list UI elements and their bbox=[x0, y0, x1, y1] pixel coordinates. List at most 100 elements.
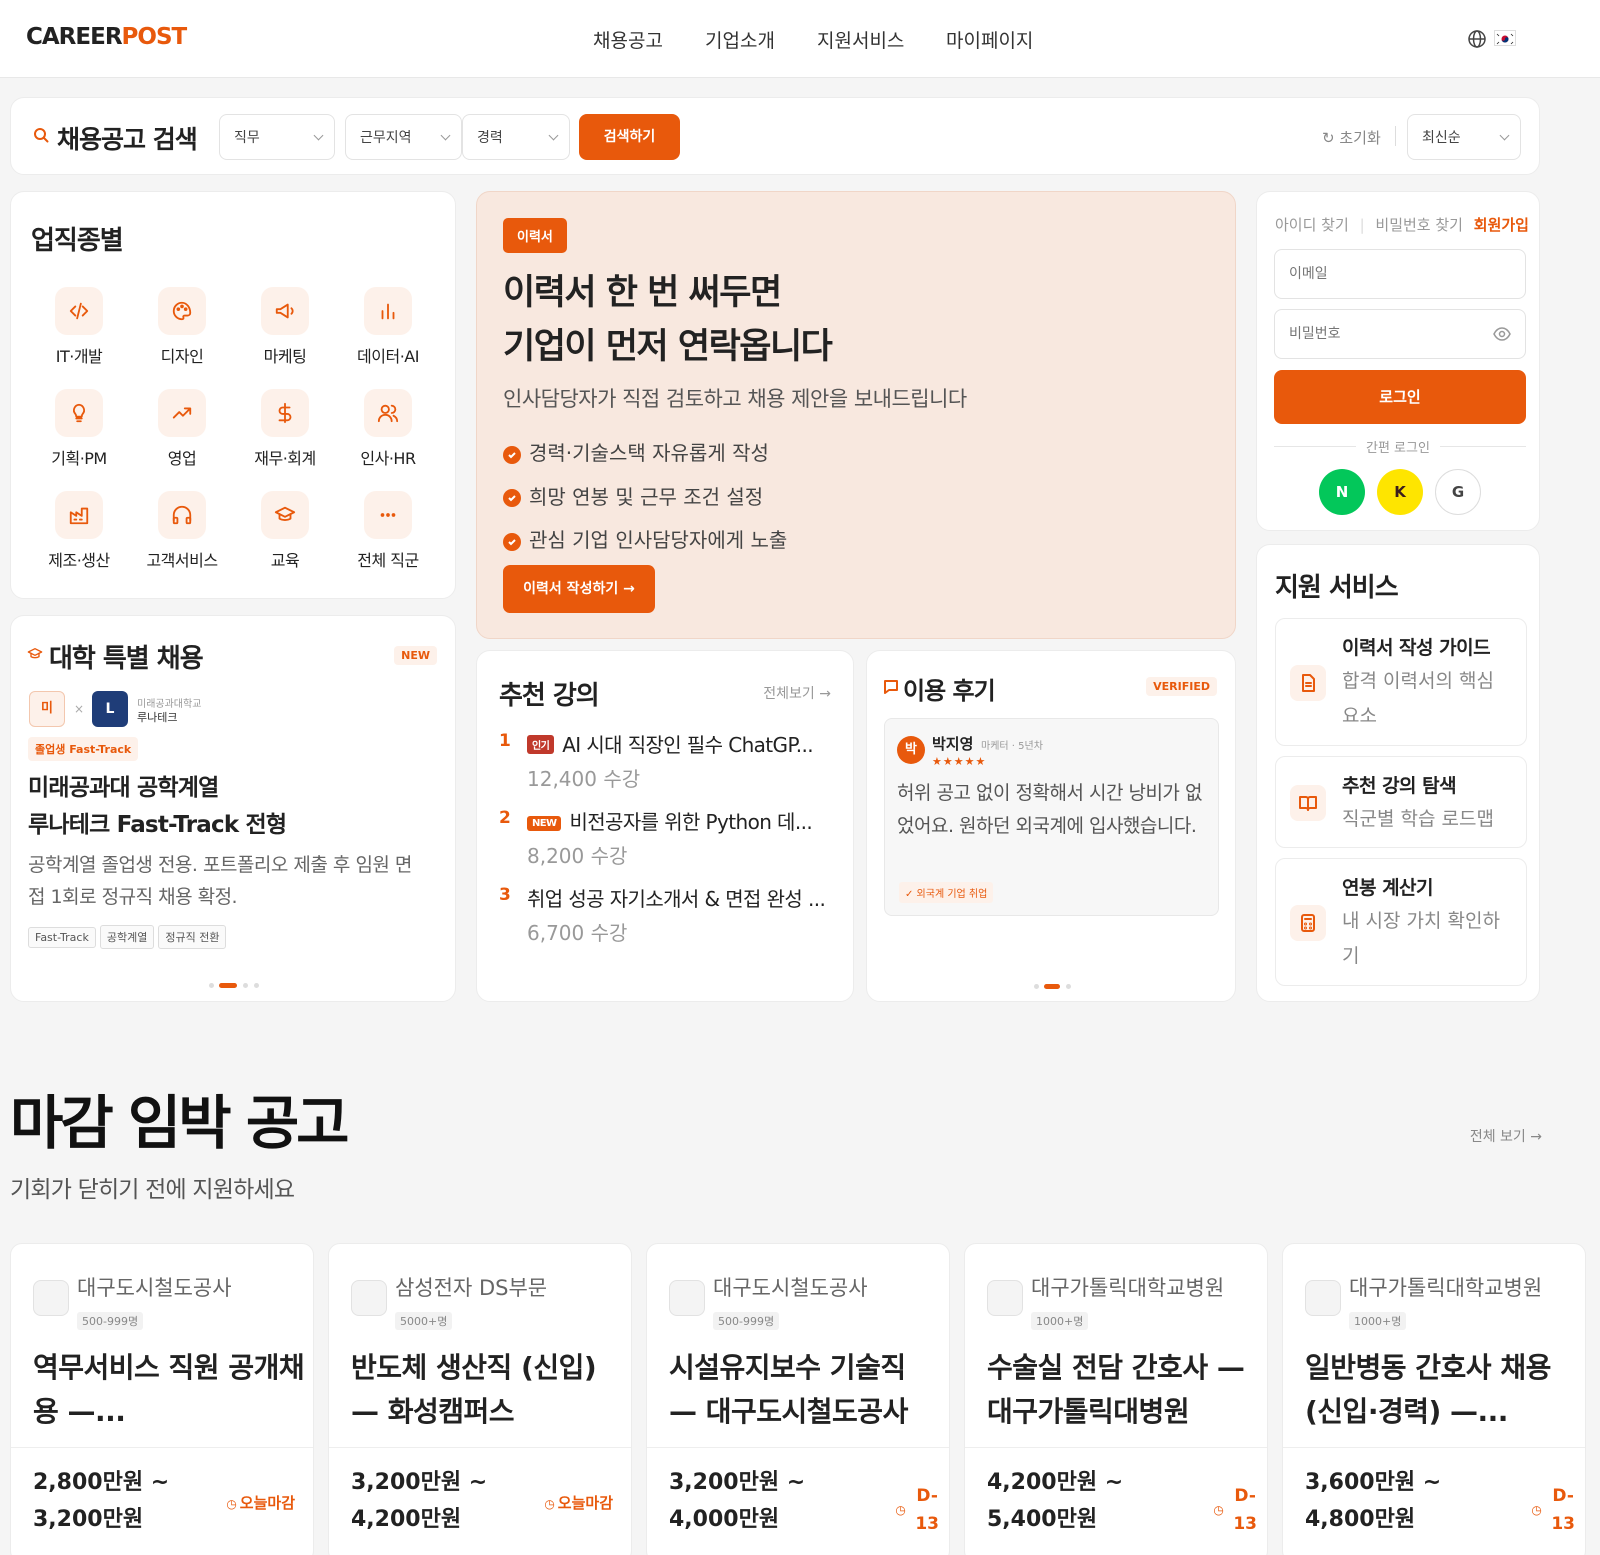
social-login-n[interactable]: N bbox=[1319, 469, 1365, 515]
carousel-dot-active[interactable] bbox=[1044, 984, 1060, 989]
lecture-item[interactable]: 3 취업 성공 자기소개서 & 면접 완성 ... 6,700 수강 bbox=[477, 879, 853, 949]
fast-track-tag: 졸업생 Fast-Track bbox=[28, 737, 139, 761]
hero-title-line2: 기업이 먼저 연락옵니다 bbox=[503, 327, 833, 367]
category-데이터·AI[interactable]: 데이터·AI bbox=[338, 287, 438, 367]
reset-button[interactable]: ↻ 초기화 bbox=[1322, 127, 1381, 148]
find-password-link[interactable]: 비밀번호 찾기 bbox=[1375, 216, 1463, 234]
career-select[interactable]: 경력 bbox=[462, 114, 570, 160]
site-logo[interactable]: CAREERPOST bbox=[26, 24, 187, 50]
lecture-count: 12,400 수강 bbox=[527, 767, 641, 791]
carousel-dot[interactable] bbox=[1066, 984, 1071, 989]
sort-select[interactable]: 최신순 bbox=[1407, 114, 1521, 160]
nav-jobs[interactable]: 채용공고 bbox=[593, 26, 663, 53]
company-logo bbox=[669, 1280, 705, 1316]
check-icon bbox=[503, 445, 521, 464]
category-영업[interactable]: 영업 bbox=[132, 389, 232, 469]
category-기획·PM[interactable]: 기획·PM bbox=[29, 389, 129, 469]
lecture-item[interactable]: 2 NEW 비전공자를 위한 Python 데... 8,200 수강 bbox=[477, 802, 853, 872]
category-교육[interactable]: 교육 bbox=[235, 491, 335, 571]
users-icon bbox=[364, 389, 412, 437]
deadline-badge: ◷ 오늘마감 bbox=[544, 1492, 613, 1513]
login-button[interactable]: 로그인 bbox=[1274, 370, 1526, 424]
search-button[interactable]: 검색하기 bbox=[579, 114, 680, 160]
university-desc: 공학계열 졸업생 전용. 포트폴리오 제출 후 임원 면접 1회로 정규직 채용… bbox=[28, 854, 412, 908]
service-desc: 내 시장 가치 확인하기 bbox=[1342, 910, 1500, 967]
megaphone-icon bbox=[261, 287, 309, 335]
lecture-title: 취업 성공 자기소개서 & 면접 완성 ... bbox=[527, 887, 826, 911]
tag: 공학계열 bbox=[99, 925, 155, 949]
company-name: 대구가톨릭대학교병원 bbox=[1031, 1276, 1225, 1300]
category-고객서비스[interactable]: 고객서비스 bbox=[132, 491, 232, 571]
more-icon bbox=[364, 491, 412, 539]
category-label: IT·개발 bbox=[55, 347, 103, 366]
hero-subtitle: 인사담당자가 직접 검토하고 채용 제안을 보내드립니다 bbox=[503, 387, 967, 411]
university-headline: 미래공과대 공학계열 루나테크 Fast-Track 전형 bbox=[28, 770, 287, 844]
company-logo bbox=[351, 1280, 387, 1316]
category-제조·생산[interactable]: 제조·생산 bbox=[29, 491, 129, 571]
find-id-link[interactable]: 아이디 찾기 bbox=[1275, 216, 1349, 234]
job-card[interactable]: 대구가톨릭대학교병원 1000+명 수술실 전담 간호사 — 대구가톨릭대병원 4,2… bbox=[964, 1243, 1268, 1555]
carousel-dot[interactable] bbox=[243, 983, 248, 988]
sort-select-value: 최신순 bbox=[1422, 130, 1461, 146]
divider bbox=[11, 1447, 313, 1448]
job-card[interactable]: 삼성전자 DS부문 5000+명 반도체 생산직 (신입) — 화성캠퍼스 3,200… bbox=[328, 1243, 632, 1555]
category-재무·회계[interactable]: 재무·회계 bbox=[235, 389, 335, 469]
top-header: CAREERPOST 채용공고 기업소개 지원서비스 마이페이지 bbox=[0, 0, 1600, 78]
carousel-dot[interactable] bbox=[1034, 984, 1039, 989]
hero-bullet: 경력·기술스택 자유롭게 작성 bbox=[503, 432, 787, 476]
category-인사·HR[interactable]: 인사·HR bbox=[338, 389, 438, 469]
service-resume-guide[interactable]: 이력서 작성 가이드 합격 이력서의 핵심 요소 bbox=[1275, 618, 1527, 746]
globe-icon[interactable] bbox=[1467, 29, 1487, 53]
lecture-item[interactable]: 1 인기 AI 시대 직장인 필수 ChatGP... 12,400 수강 bbox=[477, 725, 853, 795]
social-login-g[interactable]: G bbox=[1435, 469, 1481, 515]
university-logo: 미 bbox=[29, 691, 65, 727]
job-card[interactable]: 대구도시철도공사 500-999명 시설유지보수 기술직 — 대구도시철도공사 3,2… bbox=[646, 1243, 950, 1555]
lectures-view-all[interactable]: 전체보기 → bbox=[763, 683, 831, 703]
lecture-title: AI 시대 직장인 필수 ChatGP... bbox=[562, 733, 814, 757]
code-icon bbox=[55, 287, 103, 335]
email-field[interactable] bbox=[1274, 249, 1526, 299]
signup-link[interactable]: 회원가입 bbox=[1474, 216, 1529, 234]
divider bbox=[647, 1447, 949, 1448]
job-select[interactable]: 직무 bbox=[219, 114, 335, 160]
review-tag: ✓ 외국계 기업 취업 bbox=[899, 882, 994, 903]
resume-hero-banner: 이력서 이력서 한 번 써두면 기업이 먼저 연락옵니다 인사담당자가 직접 검… bbox=[476, 191, 1236, 639]
korea-flag-icon[interactable] bbox=[1494, 30, 1516, 46]
book-icon bbox=[1290, 785, 1326, 821]
search-bar: 채용공고 검색 직무 근무지역 경력 검색하기 ↻ 초기화 최신순 bbox=[10, 97, 1540, 175]
dollar-icon bbox=[261, 389, 309, 437]
password-field[interactable] bbox=[1274, 309, 1526, 359]
category-label: 영업 bbox=[167, 449, 197, 468]
social-login-k[interactable]: K bbox=[1377, 469, 1423, 515]
category-label: 디자인 bbox=[160, 347, 204, 366]
carousel-dot[interactable] bbox=[209, 983, 214, 988]
factory-icon bbox=[55, 491, 103, 539]
nav-services[interactable]: 지원서비스 bbox=[817, 26, 904, 53]
logo-text-career: CAREER bbox=[26, 24, 123, 50]
category-label: 교육 bbox=[270, 551, 300, 570]
category-IT·개발[interactable]: IT·개발 bbox=[29, 287, 129, 367]
clock-icon: ◷ bbox=[1213, 1503, 1224, 1517]
partner-company: 루나테크 bbox=[137, 711, 178, 724]
region-select[interactable]: 근무지역 bbox=[345, 114, 462, 160]
category-전체 직군[interactable]: 전체 직군 bbox=[338, 491, 438, 571]
company-size: 1000+명 bbox=[1349, 1312, 1407, 1330]
write-resume-button[interactable]: 이력서 작성하기 → bbox=[503, 565, 655, 613]
salary: 2,800만원 ~ 3,200만원 bbox=[33, 1464, 169, 1538]
social-login-label: 간편 로그인 bbox=[1356, 437, 1440, 456]
salary-max: 5,400만원 bbox=[987, 1507, 1098, 1532]
nav-mypage[interactable]: 마이페이지 bbox=[946, 26, 1033, 53]
category-마케팅[interactable]: 마케팅 bbox=[235, 287, 335, 367]
nav-companies[interactable]: 기업소개 bbox=[705, 26, 775, 53]
carousel-dot[interactable] bbox=[254, 983, 259, 988]
job-card[interactable]: 대구가톨릭대학교병원 1000+명 일반병동 간호사 채용 (신입·경력) —...… bbox=[1282, 1243, 1586, 1555]
refresh-icon: ↻ bbox=[1322, 129, 1335, 147]
deadline-view-all[interactable]: 전체 보기 → bbox=[1470, 1126, 1542, 1146]
job-title: 일반병동 간호사 채용 (신입·경력) —... bbox=[1305, 1351, 1551, 1428]
service-salary-calculator[interactable]: 연봉 계산기 내 시장 가치 확인하기 bbox=[1275, 858, 1527, 986]
job-card[interactable]: 대구도시철도공사 500-999명 역무서비스 직원 공개채용 —... 2,800만… bbox=[10, 1243, 314, 1555]
eye-icon[interactable] bbox=[1493, 326, 1511, 346]
carousel-dot-active[interactable] bbox=[219, 983, 237, 988]
service-lecture-explore[interactable]: 추천 강의 탐색 직군별 학습 로드맵 bbox=[1275, 756, 1527, 848]
category-디자인[interactable]: 디자인 bbox=[132, 287, 232, 367]
